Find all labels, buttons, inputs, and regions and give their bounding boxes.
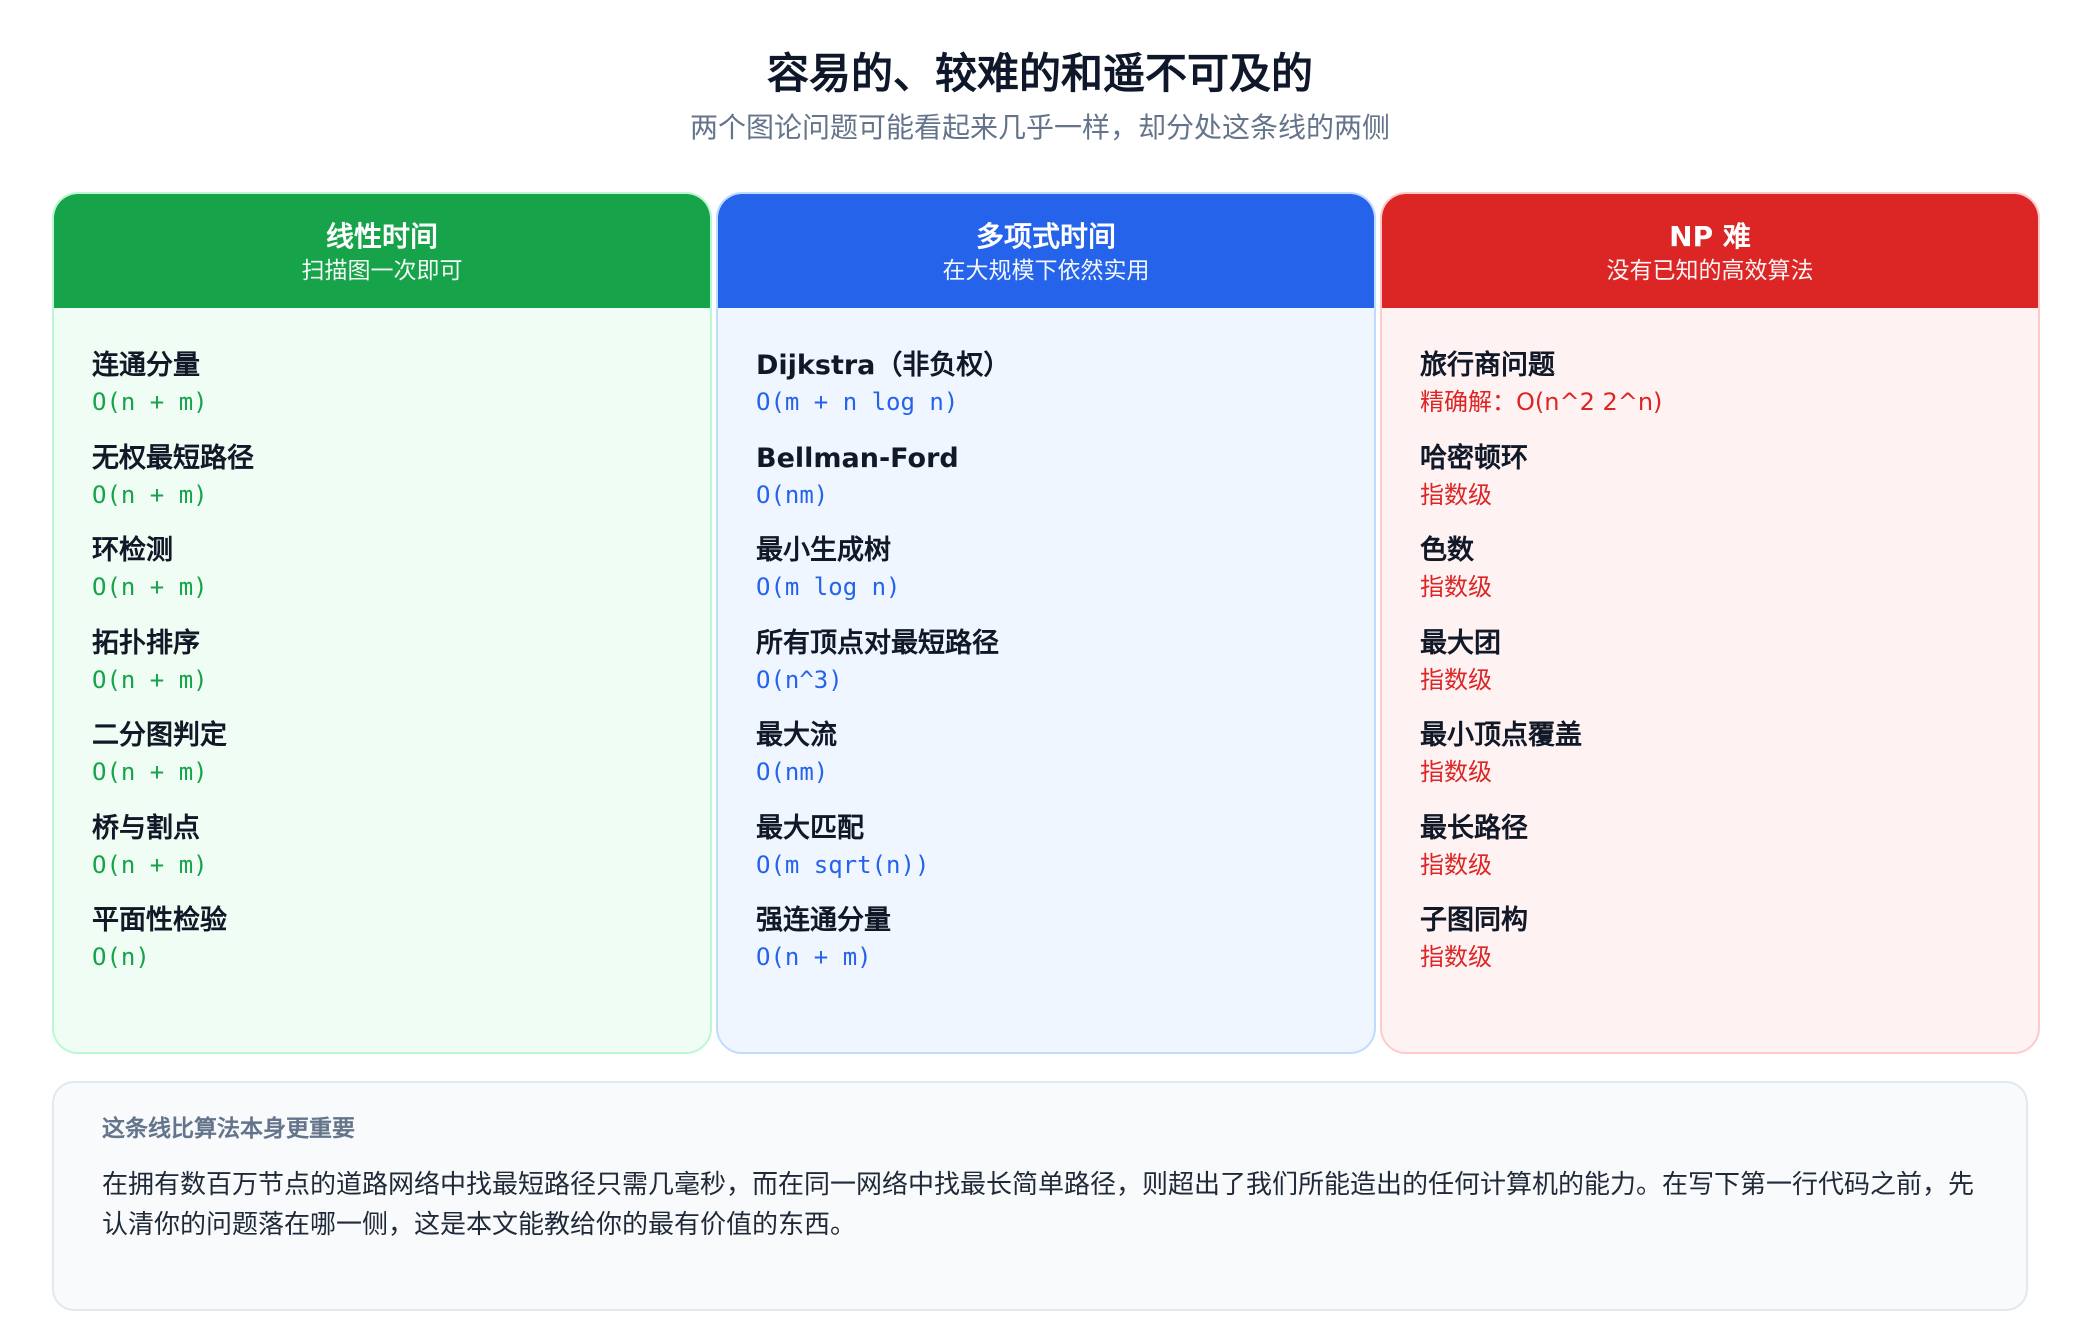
takeaway-note: 这条线比算法本身更重要 在拥有数百万节点的道路网络中找最短路径只需几毫秒，而在同… (52, 1081, 2028, 1311)
problem-complexity: O(n) (92, 943, 150, 971)
problem-name: 最大团 (1420, 627, 1501, 659)
column-subtitle: 在大规模下依然实用 (942, 258, 1150, 284)
problem-item: 色数 指数级 (1420, 533, 2038, 626)
column-np-hard: NP 难 没有已知的高效算法 旅行商问题 精确解：O(n^2 2^n) 哈密顿环… (1380, 192, 2040, 1054)
problem-item: 环检测 O(n + m) (92, 533, 710, 626)
problem-item: Bellman-Ford O(nm) (756, 441, 1374, 534)
problem-name: Dijkstra（非负权） (756, 350, 1011, 381)
column-title: NP 难 (1669, 220, 1751, 253)
problem-item: Dijkstra（非负权） O(m + n log n) (756, 348, 1374, 441)
problem-name: 旅行商问题 (1420, 350, 1555, 381)
problem-item: 二分图判定 O(n + m) (92, 718, 710, 811)
problem-name: 最小生成树 (756, 535, 891, 566)
problem-item: 连通分量 O(n + m) (92, 348, 710, 441)
column-subtitle: 扫描图一次即可 (301, 258, 463, 284)
problem-item: 旅行商问题 精确解：O(n^2 2^n) (1420, 348, 2038, 441)
complexity-columns: 线性时间 扫描图一次即可 连通分量 O(n + m) 无权最短路径 O(n + … (52, 192, 2040, 1054)
problem-name: 哈密顿环 (1420, 442, 1528, 474)
problem-complexity: O(n + m) (92, 480, 208, 509)
problem-item: 平面性检验 O(n) (92, 903, 710, 996)
problem-complexity: 指数级 (1420, 758, 1492, 786)
problem-complexity: O(nm) (756, 758, 829, 786)
problem-name: 桥与割点 (92, 812, 200, 844)
column-header: NP 难 没有已知的高效算法 (1382, 194, 2038, 308)
column-linear-time: 线性时间 扫描图一次即可 连通分量 O(n + m) 无权最短路径 O(n + … (52, 192, 712, 1054)
problem-name: 最长路径 (1420, 812, 1528, 844)
page: 容易的、较难的和遥不可及的 两个图论问题可能看起来几乎一样，却分处这条线的两侧 … (0, 0, 2080, 1320)
problem-complexity: O(n + m) (92, 758, 208, 786)
problem-complexity: 指数级 (1420, 665, 1492, 694)
problem-name: 无权最短路径 (92, 442, 254, 474)
page-subtitle: 两个图论问题可能看起来几乎一样，却分处这条线的两侧 (689, 111, 1390, 144)
problem-complexity: 指数级 (1420, 850, 1492, 879)
column-header: 多项式时间 在大规模下依然实用 (718, 194, 1374, 308)
problem-name: 平面性检验 (92, 905, 227, 936)
column-header: 线性时间 扫描图一次即可 (54, 194, 710, 308)
problem-complexity: O(m + n log n) (756, 388, 959, 416)
problem-item: 最大团 指数级 (1420, 626, 2038, 719)
problem-name: 所有顶点对最短路径 (756, 627, 999, 659)
problem-item: 强连通分量 O(n + m) (756, 903, 1374, 996)
problem-item: 哈密顿环 指数级 (1420, 441, 2038, 534)
problem-list: 连通分量 O(n + m) 无权最短路径 O(n + m) 环检测 O(n + … (54, 308, 710, 996)
problem-complexity: 指数级 (1420, 480, 1492, 509)
problem-complexity: O(m sqrt(n)) (756, 850, 930, 879)
problem-item: 拓扑排序 O(n + m) (92, 626, 710, 719)
problem-name: 环检测 (92, 535, 173, 566)
problem-item: 最长路径 指数级 (1420, 811, 2038, 904)
problem-list: 旅行商问题 精确解：O(n^2 2^n) 哈密顿环 指数级 色数 指数级 最大团… (1382, 308, 2038, 996)
problem-item: 最小顶点覆盖 指数级 (1420, 718, 2038, 811)
problem-complexity: O(n + m) (92, 850, 208, 879)
problem-name: 拓扑排序 (92, 627, 200, 659)
problem-complexity: O(n^3) (756, 665, 843, 694)
problem-complexity: 精确解：O(n^2 2^n) (1420, 388, 1663, 416)
problem-complexity: O(nm) (756, 480, 829, 509)
column-polynomial-time: 多项式时间 在大规模下依然实用 Dijkstra（非负权） O(m + n lo… (716, 192, 1376, 1054)
problem-item: 最大匹配 O(m sqrt(n)) (756, 811, 1374, 904)
problem-name: 最大匹配 (756, 812, 864, 844)
problem-name: 最大流 (756, 720, 837, 751)
column-subtitle: 没有已知的高效算法 (1606, 258, 1814, 284)
problem-item: 子图同构 指数级 (1420, 903, 2038, 996)
problem-name: 子图同构 (1420, 905, 1528, 936)
problem-complexity: O(m log n) (756, 573, 901, 601)
problem-name: 最小顶点覆盖 (1420, 720, 1582, 751)
problem-item: 无权最短路径 O(n + m) (92, 441, 710, 534)
problem-complexity: O(n + m) (92, 573, 208, 601)
problem-item: 最小生成树 O(m log n) (756, 533, 1374, 626)
problem-complexity: O(n + m) (92, 665, 208, 694)
note-title: 这条线比算法本身更重要 (102, 1116, 355, 1142)
problem-name: 色数 (1420, 535, 1474, 566)
column-title: 线性时间 (325, 220, 438, 253)
column-title: 多项式时间 (975, 220, 1116, 253)
problem-item: 桥与割点 O(n + m) (92, 811, 710, 904)
problem-name: 二分图判定 (92, 720, 227, 751)
problem-complexity: O(n + m) (92, 388, 208, 416)
problem-name: Bellman-Ford (756, 442, 959, 474)
problem-complexity: 指数级 (1420, 573, 1492, 601)
note-body: 在拥有数百万节点的道路网络中找最短路径只需几毫秒，而在同一网络中找最长简单路径，… (102, 1170, 1975, 1240)
problem-list: Dijkstra（非负权） O(m + n log n) Bellman-For… (718, 308, 1374, 996)
problem-complexity: O(n + m) (756, 943, 872, 971)
problem-name: 强连通分量 (756, 905, 891, 936)
problem-item: 所有顶点对最短路径 O(n^3) (756, 626, 1374, 719)
page-title: 容易的、较难的和遥不可及的 (766, 49, 1313, 98)
problem-item: 最大流 O(nm) (756, 718, 1374, 811)
problem-name: 连通分量 (92, 350, 200, 381)
problem-complexity: 指数级 (1420, 943, 1492, 971)
